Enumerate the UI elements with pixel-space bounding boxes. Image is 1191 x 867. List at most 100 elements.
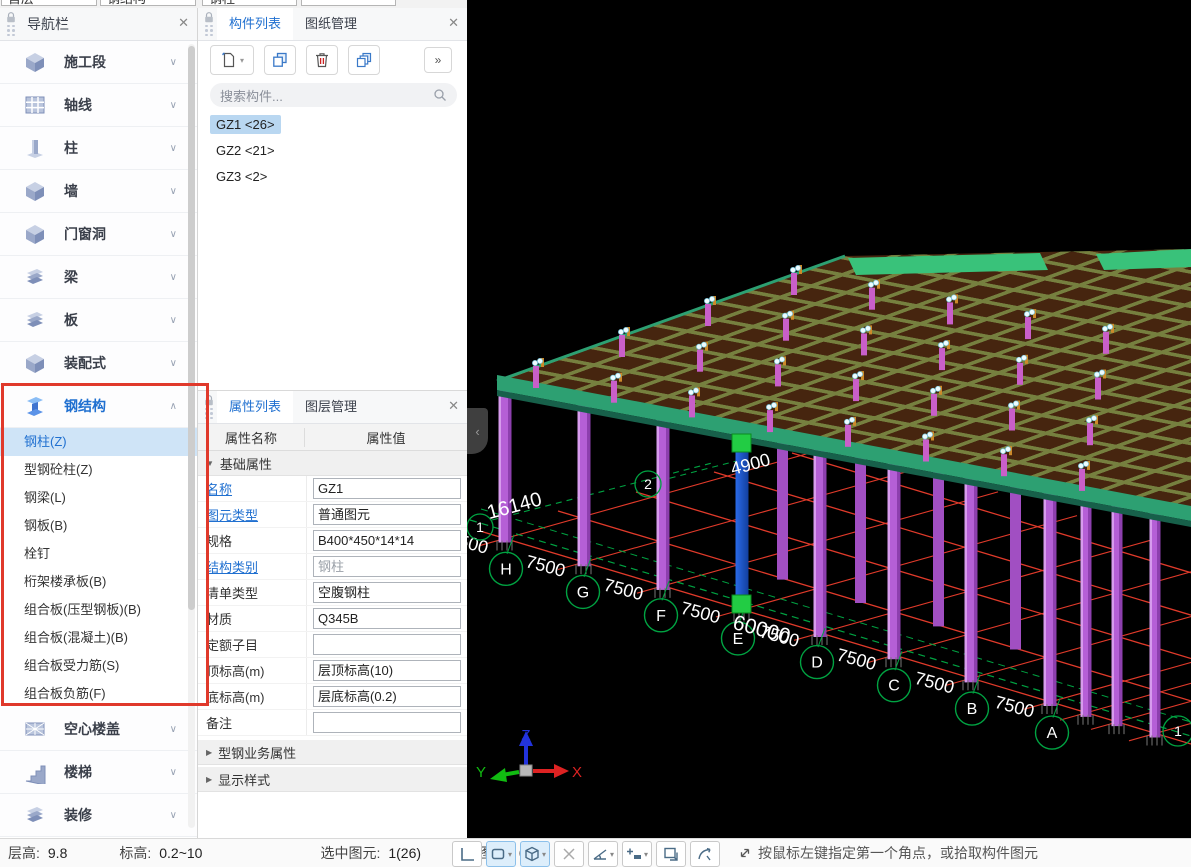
component-header: 构件列表 图纸管理 ✕ [198, 8, 467, 41]
nav-item-composite-rebar[interactable]: 组合板受力筋(S) [0, 652, 197, 680]
property-table-header: 属性名称 属性值 [198, 424, 467, 451]
batch-copy-button[interactable] [348, 45, 380, 75]
nav-group-construction-segment[interactable]: 施工段∨ [0, 41, 197, 84]
nav-group-hollow-floor[interactable]: 空心楼盖∨ [0, 708, 197, 751]
delete-component-button[interactable] [306, 45, 338, 75]
view-3d-button[interactable]: ▾ [520, 841, 550, 867]
svg-text:Z: Z [521, 727, 530, 744]
chevron-down-icon: ▾ [386, 0, 391, 1]
model-scene[interactable]: H7500G7500F7500E7500D7500C7500B7500A7500… [467, 0, 1191, 838]
chevron-down-icon: ∨ [170, 767, 177, 778]
panel-grip[interactable] [201, 12, 217, 37]
property-value-input[interactable]: 普通图元 [313, 504, 461, 525]
chevron-down-icon: ▾ [186, 0, 191, 1]
nav-group-beam[interactable]: 梁∨ [0, 256, 197, 299]
chevron-up-icon: ∧ [170, 401, 177, 412]
panel-grip[interactable] [3, 12, 19, 37]
panel-grip[interactable] [201, 395, 217, 420]
grid-icon [22, 93, 48, 117]
mirror-view-button[interactable] [656, 841, 686, 867]
component-combo[interactable]: GZ1▾ [301, 0, 396, 6]
property-value-input[interactable]: 层顶标高(10) [313, 660, 461, 681]
tab-property-list[interactable]: 属性列表 [217, 391, 293, 423]
property-value-input[interactable]: Q345B [313, 608, 461, 629]
property-label: 顶标高(m) [198, 658, 307, 683]
arc-pick-button[interactable] [690, 841, 720, 867]
nav-item-steel-beam[interactable]: 钢梁(L) [0, 484, 197, 512]
chevron-down-icon: ∨ [170, 315, 177, 326]
nav-list: 施工段∨轴线∨柱∨墙∨门窗洞∨梁∨板∨装配式∨钢结构∧钢柱(Z)型钢砼柱(Z)钢… [0, 41, 197, 837]
scrollbar-thumb[interactable] [188, 46, 195, 610]
new-component-button[interactable]: ▾ [210, 45, 254, 75]
property-value-input[interactable]: B400*450*14*14 [313, 530, 461, 551]
nav-group-decoration[interactable]: 装修∨ [0, 794, 197, 837]
close-icon[interactable]: ✕ [448, 399, 459, 413]
component-item-GZ3[interactable]: GZ3 <2> [198, 165, 467, 191]
section-basic-properties[interactable]: ▼ 基础属性 [198, 451, 467, 476]
panel-collapse-handle[interactable]: ‹ [467, 408, 488, 454]
component-item-GZ1[interactable]: GZ1 <26> [198, 113, 467, 139]
property-value-input[interactable]: 层底标高(0.2) [313, 686, 461, 707]
chevron-down-icon[interactable]: ▾ [644, 850, 648, 859]
svg-text:A: A [1047, 725, 1058, 742]
search-input[interactable]: 搜索构件... [210, 83, 457, 107]
nav-item-composite-negative[interactable]: 组合板负筋(F) [0, 680, 197, 708]
chevron-down-icon[interactable]: ▾ [508, 850, 512, 859]
cross-button[interactable] [554, 841, 584, 867]
floor-combo[interactable]: 首层▾ [1, 0, 97, 6]
search-placeholder: 搜索构件... [220, 86, 433, 105]
chevron-down-icon[interactable]: ▾ [610, 850, 614, 859]
nav-item-composite-profiled[interactable]: 组合板(压型钢板)(B) [0, 596, 197, 624]
status-info: 层高: 9.8 标高: 0.2~10 选中图元: 1(26) 隐藏图元: 0 [8, 839, 527, 867]
property-value-input[interactable] [313, 634, 461, 655]
component-item-GZ2[interactable]: GZ2 <21> [198, 139, 467, 165]
section-display-style[interactable]: ▶ 显示样式 [198, 767, 467, 792]
copy-icon [271, 51, 289, 69]
nav-item-src-column[interactable]: 型钢砼柱(Z) [0, 456, 197, 484]
viewport-3d[interactable]: H7500G7500F7500E7500D7500C7500B7500A7500… [467, 0, 1191, 838]
nav-item-steel-column[interactable]: 钢柱(Z) [0, 428, 197, 456]
property-value-input[interactable]: 空腹钢柱 [313, 582, 461, 603]
tab-drawing-manage[interactable]: 图纸管理 [293, 8, 369, 40]
panel-title: 导航栏 [27, 14, 69, 34]
nav-group-column[interactable]: 柱∨ [0, 127, 197, 170]
nav-group-wall[interactable]: 墙∨ [0, 170, 197, 213]
chevron-down-icon[interactable]: ▾ [542, 850, 546, 859]
tab-layer-manage[interactable]: 图层管理 [293, 391, 369, 423]
property-row: 结构类别钢柱 [198, 554, 467, 580]
property-value-input[interactable] [313, 712, 461, 733]
nav-group-prefab[interactable]: 装配式∨ [0, 342, 197, 385]
angle-button[interactable]: ▾ [588, 841, 618, 867]
section-steel-business[interactable]: ▶ 型钢业务属性 [198, 740, 467, 765]
nav-group-stairs[interactable]: 楼梯∨ [0, 751, 197, 794]
type-combo[interactable]: 钢柱▾ [202, 0, 297, 6]
tab-component-list[interactable]: 构件列表 [217, 8, 293, 40]
offset-button[interactable]: ▾ [622, 841, 652, 867]
copy-component-button[interactable] [264, 45, 296, 75]
property-label: 底标高(m) [198, 684, 307, 709]
ortho-button[interactable] [452, 841, 482, 867]
expand-toolbar-button[interactable]: » [424, 47, 452, 73]
chevron-down-icon: ∨ [170, 143, 177, 154]
svg-text:1: 1 [476, 519, 484, 535]
nav-scrollbar[interactable] [188, 44, 195, 828]
category-combo[interactable]: 钢结构▾ [100, 0, 196, 6]
lock-icon [204, 12, 214, 23]
nav-item-steel-plate[interactable]: 钢板(B) [0, 512, 197, 540]
nav-group-slab[interactable]: 板∨ [0, 299, 197, 342]
property-label: 材质 [198, 606, 307, 631]
property-value-input[interactable]: GZ1 [313, 478, 461, 499]
chevron-down-icon[interactable]: ▾ [240, 56, 244, 65]
nav-group-axis-grid[interactable]: 轴线∨ [0, 84, 197, 127]
close-icon[interactable]: ✕ [448, 16, 459, 30]
nav-item-truss-deck[interactable]: 桁架楼承板(B) [0, 568, 197, 596]
rect-select-button[interactable]: ▾ [486, 841, 516, 867]
nav-group-steel-structure[interactable]: 钢结构∧ [0, 385, 197, 428]
property-value-input[interactable]: 钢柱 [313, 556, 461, 577]
close-icon[interactable]: ✕ [178, 16, 189, 30]
nav-group-door-window-opening[interactable]: 门窗洞∨ [0, 213, 197, 256]
nav-item-stud[interactable]: 栓钉 [0, 540, 197, 568]
svg-text:B: B [967, 701, 978, 718]
chevron-down-icon: ∨ [170, 272, 177, 283]
nav-item-composite-concrete[interactable]: 组合板(混凝土)(B) [0, 624, 197, 652]
